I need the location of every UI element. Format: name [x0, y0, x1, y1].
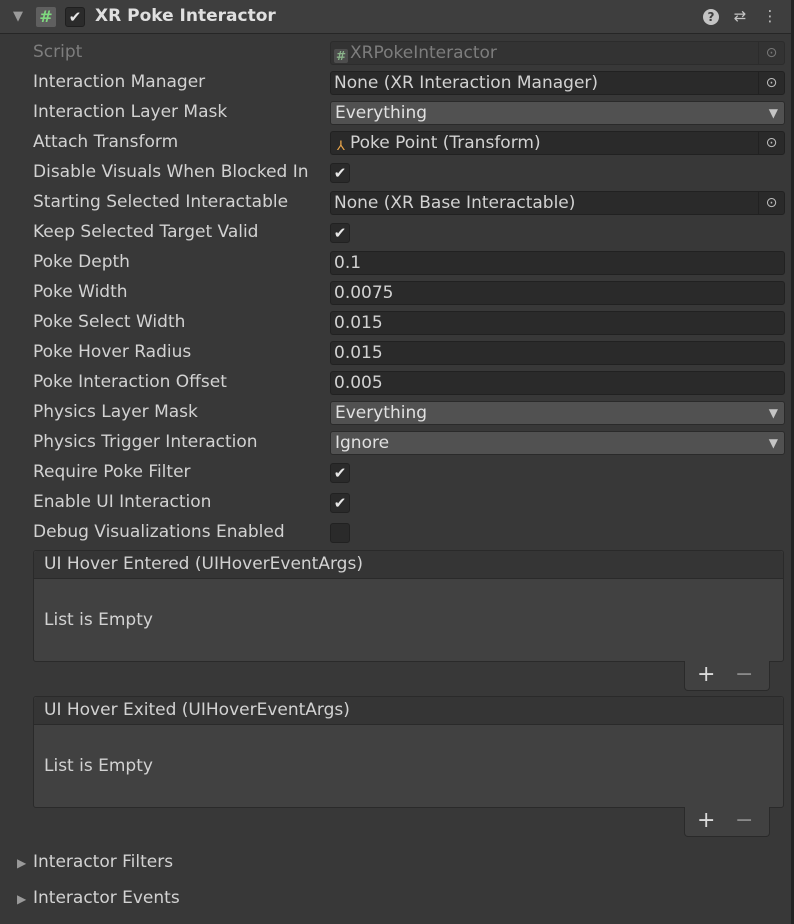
row-poke-width: Poke Width 0.0075: [4, 278, 791, 308]
row-keep-selected: Keep Selected Target Valid ✔: [4, 218, 791, 248]
dropdown-arrow-icon: ▼: [768, 406, 778, 420]
help-icon[interactable]: ?: [703, 9, 719, 25]
transform-icon: ⅄: [337, 139, 345, 154]
row-poke-hover-radius: Poke Hover Radius 0.015: [4, 338, 791, 368]
remove-button[interactable]: −: [735, 661, 753, 689]
interaction-layer-mask-value: Everything: [335, 103, 428, 123]
poke-depth-input[interactable]: 0.1: [330, 251, 785, 275]
starting-selected-label: Starting Selected Interactable: [33, 192, 289, 212]
add-button[interactable]: +: [697, 807, 715, 835]
poke-select-width-input[interactable]: 0.015: [330, 311, 785, 335]
object-picker-icon[interactable]: ⊙: [758, 72, 784, 94]
row-poke-interaction-offset: Poke Interaction Offset 0.005: [4, 368, 791, 398]
interactor-filters-foldout[interactable]: ▶ Interactor Filters: [4, 848, 791, 878]
event-list-controls: + −: [684, 661, 770, 691]
physics-trigger-value: Ignore: [335, 433, 390, 453]
add-button[interactable]: +: [697, 661, 715, 689]
script-icon: #: [36, 7, 56, 27]
ui-hover-exited-event: UI Hover Exited (UIHoverEventArgs) List …: [33, 696, 784, 808]
event-list-controls: + −: [684, 807, 770, 837]
require-poke-filter-label: Require Poke Filter: [33, 462, 191, 482]
debug-visualizations-checkbox[interactable]: [330, 523, 350, 543]
foldout-collapsed-icon: ▶: [17, 892, 27, 906]
interaction-layer-mask-label: Interaction Layer Mask: [33, 102, 228, 122]
row-debug-visualizations: Debug Visualizations Enabled: [4, 518, 791, 548]
starting-selected-value: None (XR Base Interactable): [334, 193, 576, 213]
interactor-events-label: Interactor Events: [33, 888, 180, 908]
row-physics-layer-mask: Physics Layer Mask Everything ▼: [4, 398, 791, 428]
row-enable-ui-interaction: Enable UI Interaction ✔: [4, 488, 791, 518]
keep-selected-checkbox[interactable]: ✔: [330, 223, 350, 243]
row-interaction-layer-mask: Interaction Layer Mask Everything ▼: [4, 98, 791, 128]
poke-depth-label: Poke Depth: [33, 252, 130, 272]
component-enabled-checkbox[interactable]: ✔: [65, 7, 85, 27]
component-header[interactable]: ▼ # ✔ XR Poke Interactor ? ⇄ ⋮: [0, 0, 794, 34]
poke-interaction-offset-input[interactable]: 0.005: [330, 371, 785, 395]
script-label: Script: [33, 42, 83, 62]
interactor-filters-label: Interactor Filters: [33, 852, 174, 872]
physics-trigger-dropdown[interactable]: Ignore ▼: [330, 431, 785, 455]
poke-hover-radius-input[interactable]: 0.015: [330, 341, 785, 365]
event-title: UI Hover Exited (UIHoverEventArgs): [34, 697, 783, 725]
interaction-manager-field[interactable]: None (XR Interaction Manager) ⊙: [330, 71, 785, 95]
debug-visualizations-label: Debug Visualizations Enabled: [33, 522, 285, 542]
require-poke-filter-checkbox[interactable]: ✔: [330, 463, 350, 483]
list-empty-text: List is Empty: [44, 610, 153, 630]
object-picker-icon[interactable]: ⊙: [758, 132, 784, 154]
row-starting-selected: Starting Selected Interactable None (XR …: [4, 188, 791, 218]
script-field: # XRPokeInteractor ⊙: [330, 41, 785, 65]
presets-icon[interactable]: ⇄: [731, 7, 749, 25]
physics-trigger-label: Physics Trigger Interaction: [33, 432, 258, 452]
more-icon[interactable]: ⋮: [761, 7, 779, 25]
attach-transform-value: Poke Point (Transform): [350, 133, 541, 153]
object-picker-icon[interactable]: ⊙: [758, 192, 784, 214]
poke-interaction-offset-label: Poke Interaction Offset: [33, 372, 227, 392]
attach-transform-label: Attach Transform: [33, 132, 179, 152]
dropdown-arrow-icon: ▼: [768, 106, 778, 120]
row-interaction-manager: Interaction Manager None (XR Interaction…: [4, 68, 791, 98]
remove-button[interactable]: −: [735, 807, 753, 835]
attach-transform-field[interactable]: ⅄ Poke Point (Transform) ⊙: [330, 131, 785, 155]
row-poke-depth: Poke Depth 0.1: [4, 248, 791, 278]
disable-visuals-checkbox[interactable]: ✔: [330, 163, 350, 183]
interactor-events-foldout[interactable]: ▶ Interactor Events: [4, 884, 791, 914]
row-physics-trigger: Physics Trigger Interaction Ignore ▼: [4, 428, 791, 458]
object-picker-icon: ⊙: [758, 42, 784, 64]
interaction-layer-mask-dropdown[interactable]: Everything ▼: [330, 101, 785, 125]
physics-layer-mask-dropdown[interactable]: Everything ▼: [330, 401, 785, 425]
list-empty-text: List is Empty: [44, 756, 153, 776]
row-require-poke-filter: Require Poke Filter ✔: [4, 458, 791, 488]
row-attach-transform: Attach Transform ⅄ Poke Point (Transform)…: [4, 128, 791, 158]
keep-selected-label: Keep Selected Target Valid: [33, 222, 259, 242]
event-title: UI Hover Entered (UIHoverEventArgs): [34, 551, 783, 579]
enable-ui-interaction-checkbox[interactable]: ✔: [330, 493, 350, 513]
script-value: XRPokeInteractor: [350, 43, 497, 63]
poke-width-label: Poke Width: [33, 282, 128, 302]
row-poke-select-width: Poke Select Width 0.015: [4, 308, 791, 338]
component-title: XR Poke Interactor: [95, 6, 276, 26]
physics-layer-mask-label: Physics Layer Mask: [33, 402, 198, 422]
poke-width-input[interactable]: 0.0075: [330, 281, 785, 305]
dropdown-arrow-icon: ▼: [768, 436, 778, 450]
poke-select-width-label: Poke Select Width: [33, 312, 186, 332]
poke-hover-radius-label: Poke Hover Radius: [33, 342, 192, 362]
foldout-collapsed-icon: ▶: [17, 856, 27, 870]
inspector-panel: Script # XRPokeInteractor ⊙ Interaction M…: [4, 34, 791, 923]
script-file-icon: #: [334, 49, 348, 63]
interaction-manager-value: None (XR Interaction Manager): [334, 73, 599, 93]
enable-ui-interaction-label: Enable UI Interaction: [33, 492, 212, 512]
interaction-manager-label: Interaction Manager: [33, 72, 206, 92]
ui-hover-entered-event: UI Hover Entered (UIHoverEventArgs) List…: [33, 550, 784, 662]
foldout-expanded-icon[interactable]: ▼: [13, 9, 23, 24]
row-disable-visuals: Disable Visuals When Blocked In ✔: [4, 158, 791, 188]
physics-layer-mask-value: Everything: [335, 403, 428, 423]
row-script: Script # XRPokeInteractor ⊙: [4, 38, 791, 68]
disable-visuals-label: Disable Visuals When Blocked In: [33, 162, 309, 182]
starting-selected-field[interactable]: None (XR Base Interactable) ⊙: [330, 191, 785, 215]
